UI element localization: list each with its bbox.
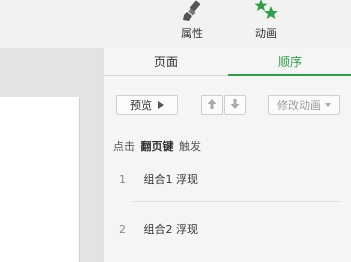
canvas-area [0,48,103,262]
trigger-suffix: 触发 [179,140,201,153]
chevron-down-icon [325,103,331,107]
trigger-key: 翻页键 [140,140,174,153]
attributes-tool[interactable]: 属性 [162,0,222,40]
trigger-prefix: 点击 [113,140,135,153]
item-number: 1 [119,173,126,186]
arrow-down-icon [230,98,240,113]
move-down-button[interactable] [224,95,246,115]
move-up-button[interactable] [201,95,223,115]
top-ribbon: 属性 动画 [0,0,351,48]
animation-tool[interactable]: 动画 [236,0,296,40]
tab-order[interactable]: 顺序 [228,48,351,76]
preview-label: 预览 [130,99,152,112]
modify-animation-label: 修改动画 [277,99,321,112]
animation-label: 动画 [255,27,277,40]
animation-panel: 页面 顺序 预览 修改动画 点击 翻页键 触发 1 组合1 浮现 2 组合2 浮… [103,48,351,262]
brush-icon [181,0,203,26]
trigger-line: 点击 翻页键 触发 [113,138,201,154]
play-icon [158,101,164,109]
item-label: 组合2 浮现 [143,223,199,236]
tab-page[interactable]: 页面 [104,48,228,76]
modify-animation-dropdown[interactable]: 修改动画 [268,95,340,115]
preview-button[interactable]: 预览 [116,95,178,115]
stars-icon [253,0,279,26]
animation-item[interactable]: 1 组合1 浮现 [119,171,198,187]
arrow-up-icon [207,98,217,113]
slide-canvas[interactable] [0,97,80,262]
divider [132,201,342,202]
item-number: 2 [119,223,126,236]
panel-tabs: 页面 顺序 [104,48,351,76]
item-label: 组合1 浮现 [143,173,199,186]
attributes-label: 属性 [181,27,203,40]
animation-item[interactable]: 2 组合2 浮现 [119,221,198,237]
